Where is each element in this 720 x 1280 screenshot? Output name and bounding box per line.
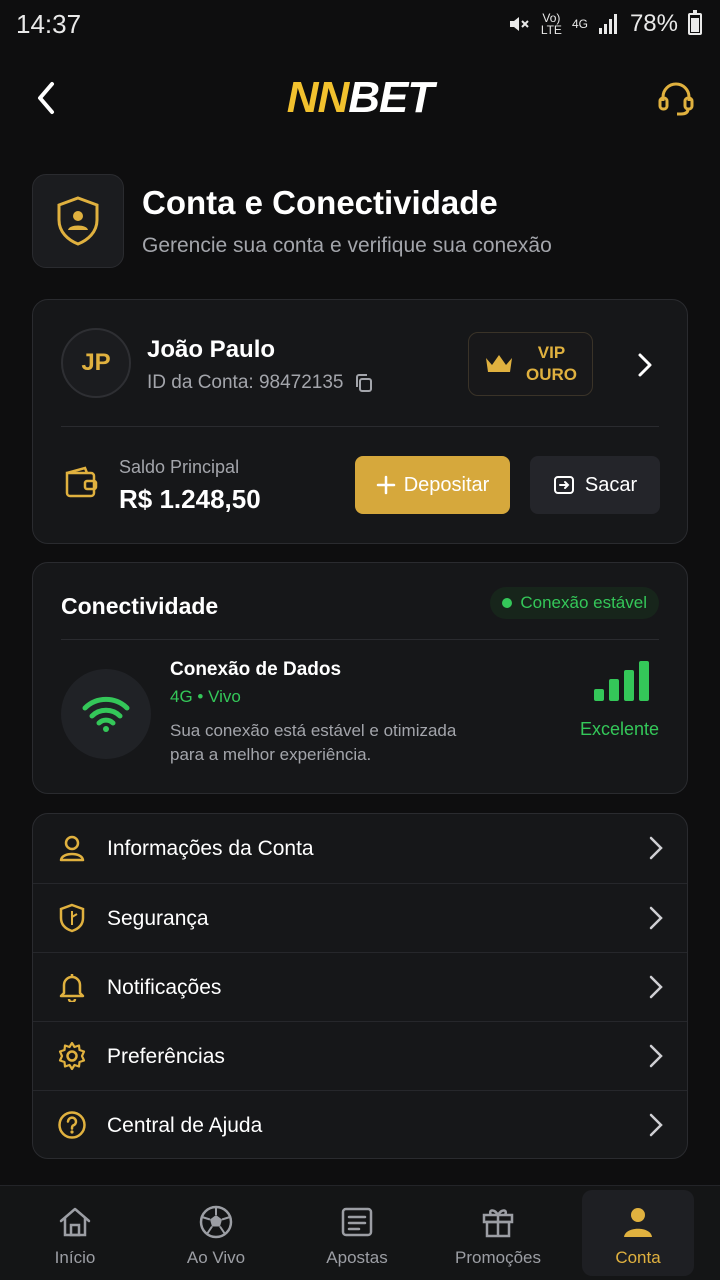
page-title: Conta e Conectividade	[142, 184, 498, 221]
withdraw-button[interactable]: Sacar	[530, 456, 660, 514]
signal-bar	[624, 670, 634, 701]
menu-item-account-info[interactable]: Informações da Conta	[33, 814, 687, 883]
headset-icon	[658, 82, 694, 116]
account-id: ID da Conta: 98472135	[147, 372, 374, 394]
crown-icon	[486, 355, 512, 372]
user-icon	[57, 833, 87, 863]
app-header: NNBET	[0, 60, 720, 136]
soccer-ball-icon	[199, 1204, 233, 1240]
wifi-icon-circle	[61, 669, 151, 759]
deposit-button[interactable]: Depositar	[355, 456, 510, 514]
cell-signal-icon	[598, 14, 617, 34]
battery-percent: 78%	[629, 10, 678, 37]
data-connection-description: Sua conexão está estável e otimizada par…	[170, 721, 457, 764]
settings-menu: Informações da Conta Segurança Notificaç…	[32, 813, 688, 1159]
help-icon	[57, 1110, 87, 1140]
gift-icon	[481, 1204, 515, 1240]
divider	[61, 426, 659, 427]
status-time: 14:37	[16, 8, 82, 39]
balance-value: R$ 1.248,50	[119, 484, 261, 514]
account-card: JP João Paulo ID da Conta: 98472135 VIP …	[32, 299, 688, 544]
ticket-icon	[340, 1204, 374, 1240]
page-title-block: Conta e Conectividade Gerencie sua conta…	[32, 174, 692, 270]
menu-item-preferences[interactable]: Preferências	[33, 1022, 687, 1091]
nav-item-home[interactable]: Início	[19, 1190, 131, 1276]
divider	[61, 639, 659, 640]
nav-item-promotions[interactable]: Promoções	[442, 1190, 554, 1276]
account-details-button[interactable]	[637, 352, 653, 383]
user-icon	[622, 1204, 654, 1240]
chevron-right-icon	[649, 1044, 663, 1068]
balance-label: Saldo Principal	[119, 457, 240, 477]
signal-bar	[594, 689, 604, 701]
status-dot	[502, 598, 513, 608]
withdraw-icon	[553, 476, 574, 494]
chevron-right-icon	[649, 906, 663, 930]
page-subtitle: Gerencie sua conta e verifique sua conex…	[142, 234, 552, 257]
bell-icon	[57, 972, 87, 1002]
menu-item-help-center[interactable]: Central de Ajuda	[33, 1091, 687, 1158]
data-connection-title: Conexão de Dados	[170, 659, 342, 680]
avatar[interactable]: JP	[61, 328, 131, 398]
vip-badge[interactable]: VIP OURO	[468, 332, 593, 396]
menu-item-security[interactable]: Segurança	[33, 884, 687, 953]
status-icons: Vo) LTE 4G 78%	[507, 10, 702, 38]
home-icon	[58, 1204, 92, 1240]
title-icon-box	[32, 174, 124, 268]
chevron-right-icon	[649, 975, 663, 999]
signal-quality: Excelente	[579, 719, 659, 739]
menu-item-notifications[interactable]: Notificações	[33, 953, 687, 1022]
volte-indicator: Vo) LTE	[540, 11, 562, 37]
nav-item-account[interactable]: Conta	[582, 1190, 694, 1276]
nav-item-bets[interactable]: Apostas	[301, 1190, 413, 1276]
battery-icon	[688, 10, 702, 35]
chevron-left-icon	[38, 82, 54, 114]
signal-bar	[609, 679, 619, 701]
gear-icon	[57, 1041, 87, 1071]
signal-strength-icon	[594, 661, 649, 701]
chevron-right-icon	[649, 1113, 663, 1137]
support-button[interactable]	[652, 74, 700, 122]
brand-logo: NNBET	[286, 73, 435, 122]
chevron-right-icon	[649, 836, 663, 860]
status-bar: 14:37 Vo) LTE 4G 78%	[0, 0, 720, 48]
shield-user-icon	[57, 196, 99, 246]
data-connection-type: 4G • Vivo	[170, 687, 241, 706]
net-type: 4G	[571, 17, 588, 31]
plus-icon	[376, 475, 395, 495]
wifi-icon	[82, 696, 130, 732]
mute-icon	[509, 17, 529, 31]
bottom-nav: Início Ao Vivo Apostas Promoções Conta	[0, 1185, 720, 1280]
nav-item-live[interactable]: Ao Vivo	[160, 1190, 272, 1276]
signal-bar	[639, 661, 649, 701]
wallet-icon	[63, 465, 99, 504]
user-name: João Paulo	[147, 336, 276, 363]
chevron-right-icon	[638, 353, 652, 377]
connectivity-card: Conectividade Conexão estável Conexão de…	[32, 562, 688, 794]
status-badge: Conexão estável	[490, 587, 659, 619]
copy-icon[interactable]	[354, 373, 374, 393]
connectivity-title: Conectividade	[61, 593, 219, 619]
back-button[interactable]	[22, 74, 70, 122]
shield-icon	[57, 903, 87, 933]
